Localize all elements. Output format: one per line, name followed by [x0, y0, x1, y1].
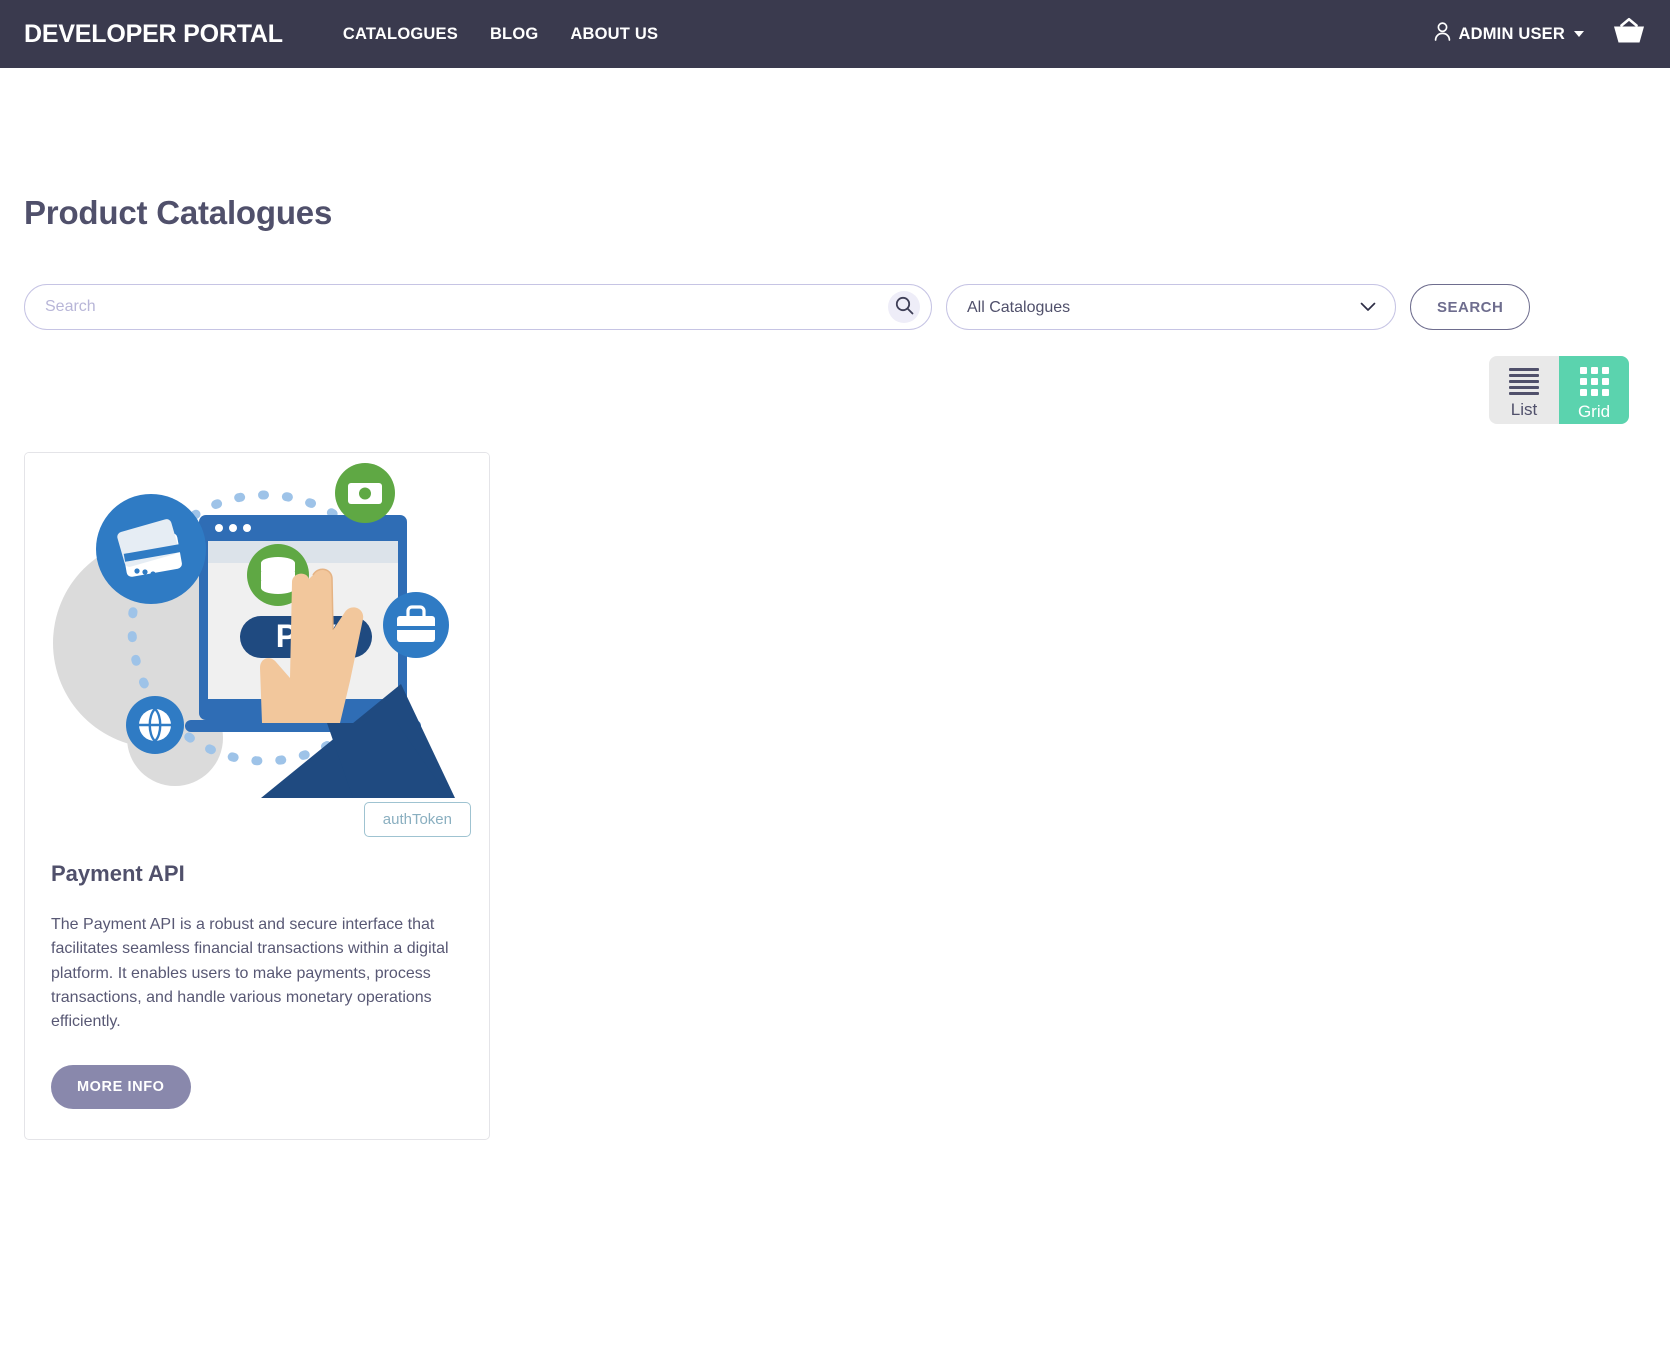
search-field-wrapper	[24, 284, 932, 330]
view-toggle: List Grid	[1489, 356, 1629, 424]
product-title: Payment API	[51, 861, 185, 886]
search-input[interactable]	[24, 284, 932, 330]
search-button[interactable]: SEARCH	[1410, 284, 1531, 330]
list-lines-icon	[1509, 368, 1539, 395]
nav-item-catalogues[interactable]: CATALOGUES	[343, 25, 458, 44]
view-toggle-row: List Grid	[24, 356, 1646, 424]
product-card[interactable]: PAY	[24, 452, 490, 1140]
product-badge-row: authToken	[25, 798, 489, 837]
more-info-button[interactable]: MORE INFO	[51, 1064, 191, 1109]
cart-button[interactable]	[1610, 16, 1648, 53]
shopping-basket-icon	[1610, 16, 1648, 53]
catalogue-select[interactable]: All Catalogues	[946, 284, 1396, 330]
brand-logo[interactable]: DEVELOPER PORTAL	[24, 20, 283, 49]
nav-item-blog[interactable]: BLOG	[490, 25, 538, 44]
auth-badge: authToken	[363, 802, 471, 837]
product-card-footer: MORE INFO	[25, 1035, 489, 1139]
catalogue-select-wrapper: All Catalogues	[946, 284, 1396, 330]
view-toggle-list-label: List	[1510, 400, 1538, 419]
page-title: Product Catalogues	[24, 194, 333, 231]
view-toggle-grid[interactable]: Grid	[1559, 356, 1629, 424]
product-card-body: Payment API The Payment API is a robust …	[25, 837, 489, 1035]
view-toggle-grid-label: Grid	[1577, 401, 1611, 421]
navbar-right-group: ADMIN USER	[1434, 16, 1648, 53]
main-nav: CATALOGUES BLOG ABOUT US	[343, 25, 658, 44]
product-description: The Payment API is a robust and secure i…	[51, 916, 449, 1031]
top-navbar: DEVELOPER PORTAL CATALOGUES BLOG ABOUT U…	[0, 0, 1670, 68]
view-toggle-list[interactable]: List	[1489, 356, 1559, 424]
search-icon	[895, 296, 914, 318]
page-container: Product Catalogues All Catalogues	[0, 68, 1670, 1140]
product-image: PAY	[25, 453, 489, 798]
person-icon	[1434, 22, 1451, 46]
search-bar-row: All Catalogues SEARCH	[24, 284, 1646, 330]
grid-dots-icon	[1579, 366, 1609, 396]
chevron-down-icon	[1574, 31, 1584, 37]
user-menu[interactable]: ADMIN USER	[1434, 22, 1584, 46]
product-card-grid: PAY	[24, 452, 1646, 1140]
nav-item-about-us[interactable]: ABOUT US	[570, 25, 658, 44]
search-submit-icon-button[interactable]	[888, 291, 920, 323]
user-menu-label: ADMIN USER	[1458, 24, 1565, 43]
